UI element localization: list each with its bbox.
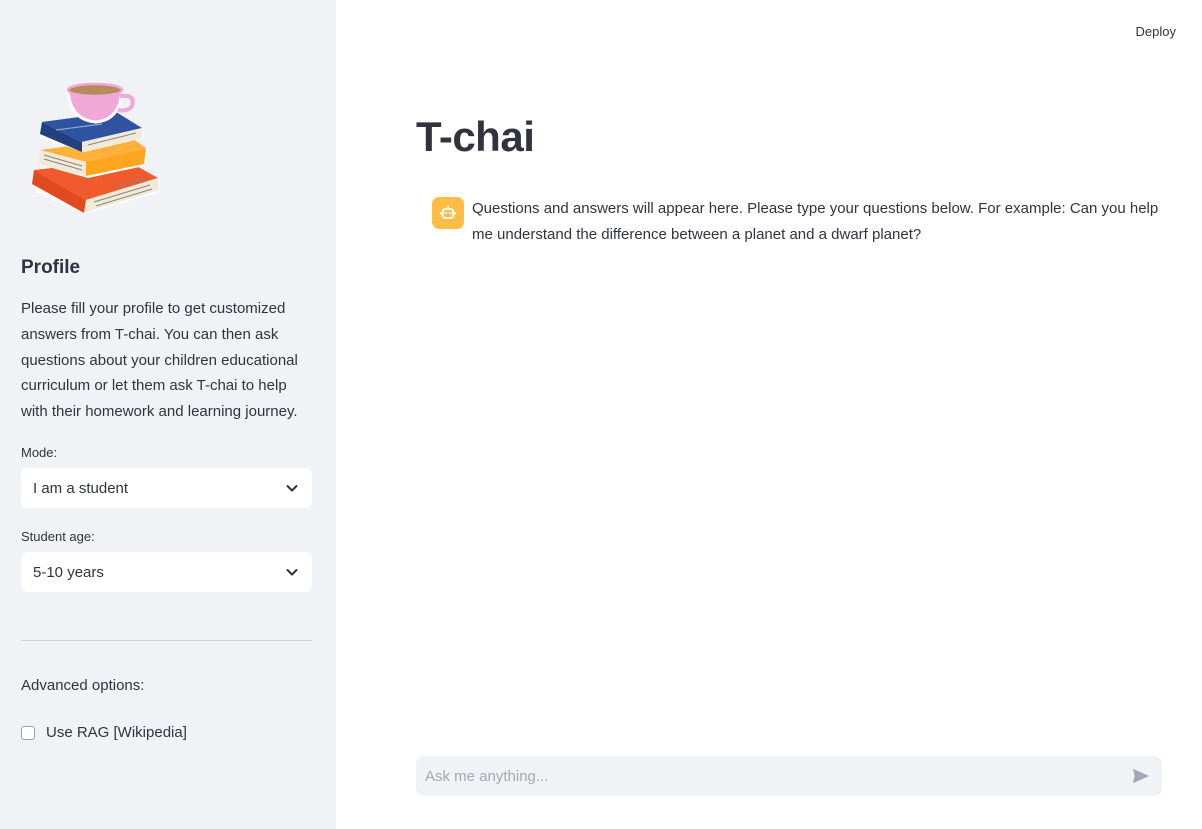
- mode-select-value: I am a student: [33, 479, 129, 497]
- send-icon: [1132, 768, 1150, 784]
- advanced-options-label: Advanced options:: [21, 677, 145, 694]
- profile-description: Please fill your profile to get customiz…: [21, 300, 298, 421]
- app-root: Profile Please fill your profile to get …: [0, 0, 1202, 829]
- use-rag-label: Use RAG [Wikipedia]: [46, 724, 187, 741]
- page-title: T-chai: [416, 113, 535, 160]
- student-age-select[interactable]: 5-10 years: [21, 552, 312, 592]
- chevron-down-icon: [286, 569, 298, 576]
- mode-label: Mode:: [21, 445, 58, 460]
- chat-input-container: [416, 756, 1162, 796]
- assistant-message-text: Questions and answers will appear here. …: [472, 200, 1159, 243]
- student-age-label: Student age:: [21, 529, 95, 544]
- profile-heading: Profile: [21, 257, 81, 278]
- sidebar: Profile Please fill your profile to get …: [0, 0, 336, 829]
- chevron-down-icon: [286, 485, 298, 492]
- use-rag-checkbox-row[interactable]: Use RAG [Wikipedia]: [21, 724, 187, 741]
- sidebar-divider: [21, 640, 312, 641]
- student-age-select-value: 5-10 years: [33, 563, 104, 581]
- deploy-button[interactable]: Deploy: [1136, 24, 1176, 39]
- send-button[interactable]: [1130, 765, 1152, 787]
- robot-icon: [440, 206, 456, 219]
- use-rag-checkbox[interactable]: [21, 725, 35, 740]
- assistant-avatar: [432, 197, 464, 229]
- mode-select[interactable]: I am a student: [21, 468, 312, 508]
- chat-input[interactable]: [416, 767, 1130, 785]
- books-teacup-logo: [32, 82, 160, 214]
- chat-message: Questions and answers will appear here. …: [432, 197, 1162, 248]
